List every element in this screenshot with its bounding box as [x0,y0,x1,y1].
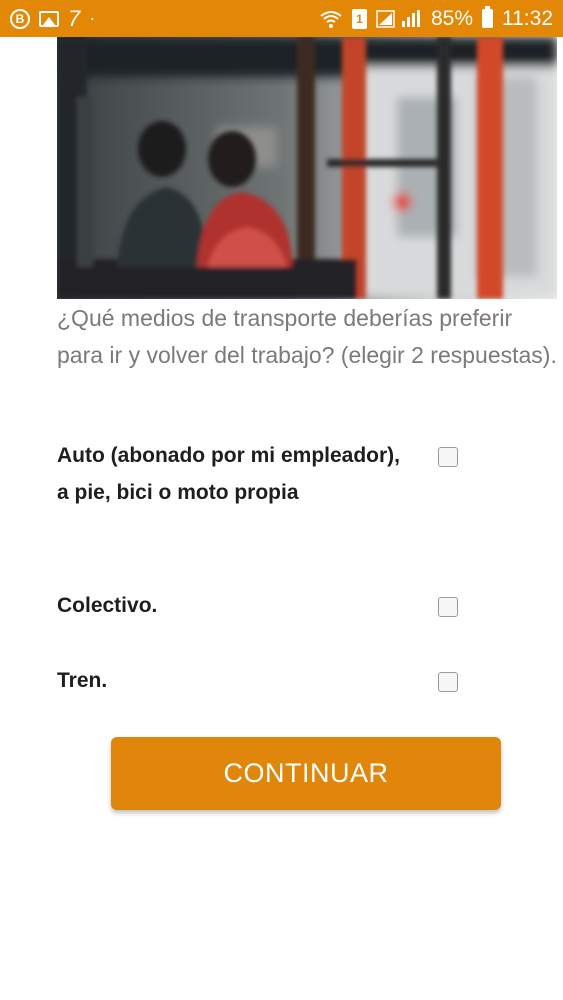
clock: 11:32 [502,6,553,30]
status-bar-left: B 7 · [10,6,95,32]
bus-interior-image [57,37,557,299]
option-label: Tren. [57,669,108,692]
option-checkbox[interactable] [438,447,458,467]
signal-icon [376,9,420,28]
sim-icon: 1 [351,8,367,29]
option-label: Colectivo. [57,594,158,617]
battery-percent: 85% [430,6,473,30]
option-checkbox[interactable] [438,672,458,692]
image-icon [39,10,59,27]
wifi-icon [320,10,342,28]
hero-image [57,37,557,299]
battery-icon [482,6,493,28]
status-bar-right: 1 85% 11:32 [319,6,553,31]
question-text: ¿Qué medios de transporte deberías prefe… [57,305,557,368]
continue-button[interactable]: CONTINUAR [111,737,501,810]
b-icon: B [10,8,30,29]
seven-icon: 7 [68,5,81,31]
status-bar: B 7 · 1 85% 11:32 [0,0,563,37]
option-checkbox[interactable] [438,597,458,617]
option-colectivo[interactable]: Colectivo. [57,587,517,624]
option-label: Auto (abonado por mi empleador), a pie, … [57,444,401,504]
option-auto[interactable]: Auto (abonado por mi empleador), a pie, … [57,437,517,547]
notification-dot: · [89,8,96,28]
option-tren[interactable]: Tren. [57,662,517,699]
